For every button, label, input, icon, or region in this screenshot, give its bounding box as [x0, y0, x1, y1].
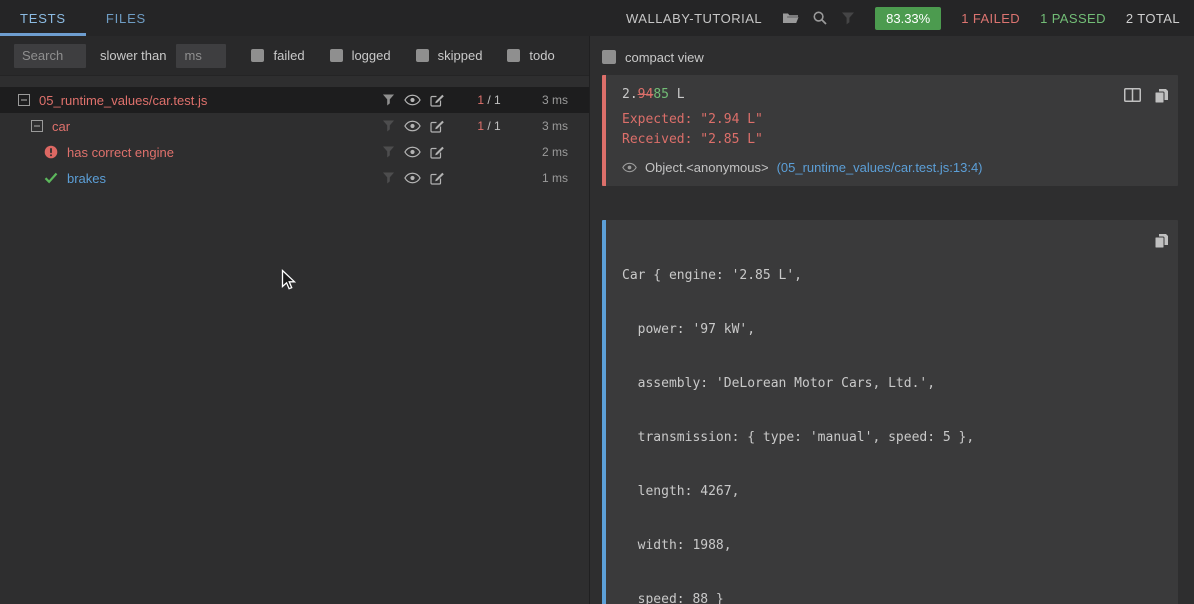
main-tabs: TESTS FILES: [0, 0, 166, 36]
check-icon: [44, 172, 58, 184]
open-folder-icon[interactable]: [782, 12, 799, 25]
tree-row-file[interactable]: 05_runtime_values/car.test.js: [0, 87, 589, 113]
console-log-card: Car { engine: '2.85 L', power: '97 kW', …: [602, 220, 1178, 604]
eye-icon[interactable]: [404, 172, 421, 184]
coverage-badge: 83.33%: [875, 7, 941, 30]
test-tree: 05_runtime_values/car.test.js: [0, 76, 589, 191]
checkbox-icon[interactable]: [330, 49, 343, 62]
filter-todo-label: todo: [529, 48, 554, 63]
collapse-icon[interactable]: [31, 120, 43, 132]
compact-view-label: compact view: [625, 50, 704, 65]
filter-bar: slower than failed logged skipped todo: [0, 36, 589, 76]
funnel-icon[interactable]: [382, 94, 395, 106]
log-output: Car { engine: '2.85 L', power: '97 kW', …: [622, 231, 1162, 604]
stack-location-link[interactable]: (05_runtime_values/car.test.js:13:4): [777, 160, 983, 175]
ms-input[interactable]: [176, 44, 226, 68]
filter-skipped-checkbox[interactable]: skipped: [416, 48, 483, 63]
expected-line: Expected: "2.94 L": [622, 110, 1162, 130]
edit-icon[interactable]: [430, 93, 444, 107]
slower-than-label: slower than: [100, 48, 166, 63]
test-file-name: 05_runtime_values/car.test.js: [39, 93, 207, 108]
checkbox-icon[interactable]: [507, 49, 520, 62]
eye-icon[interactable]: [622, 162, 637, 173]
funnel-icon[interactable]: [382, 172, 395, 184]
total-count: 2 TOTAL: [1126, 11, 1180, 26]
filter-failed-checkbox[interactable]: failed: [251, 48, 304, 63]
tree-row-test-passed[interactable]: brakes: [0, 165, 589, 191]
eye-icon[interactable]: [404, 146, 421, 158]
describe-name: car: [52, 119, 70, 134]
funnel-icon[interactable]: [382, 146, 395, 158]
failure-card: 2.9485 L Expected: "2.94 L" Received: "2…: [602, 75, 1178, 186]
test-time: 3 ms: [518, 119, 568, 133]
tree-row-test-failed[interactable]: has correct engine: [0, 139, 589, 165]
received-line: Received: "2.85 L": [622, 130, 1162, 150]
split-columns-icon[interactable]: [1124, 88, 1141, 104]
eye-icon[interactable]: [404, 94, 421, 106]
test-time: 3 ms: [518, 93, 568, 107]
project-name: WALLABY-TUTORIAL: [626, 11, 762, 26]
failed-count: 1 FAILED: [961, 11, 1020, 26]
diff-line: 2.9485 L: [622, 86, 1162, 104]
filter-failed-label: failed: [273, 48, 304, 63]
copy-icon[interactable]: [1154, 88, 1169, 104]
passed-count: 1 PASSED: [1040, 11, 1106, 26]
collapse-icon[interactable]: [18, 94, 30, 106]
test-count: 1 / 1: [460, 119, 518, 133]
filter-logged-label: logged: [352, 48, 391, 63]
test-detail-panel: compact view 2.9485 L: [590, 36, 1194, 604]
topbar-status: WALLABY-TUTORIAL 83.33% 1 FAILE: [626, 0, 1194, 36]
edit-icon[interactable]: [430, 145, 444, 159]
stack-frame: Object.<anonymous>: [645, 160, 769, 175]
test-name: brakes: [67, 171, 106, 186]
checkbox-icon[interactable]: [602, 50, 616, 64]
copy-icon[interactable]: [1154, 233, 1169, 249]
checkbox-icon[interactable]: [416, 49, 429, 62]
tree-row-describe[interactable]: car: [0, 113, 589, 139]
compact-view-toggle[interactable]: compact view: [602, 49, 1178, 65]
edit-icon[interactable]: [430, 119, 444, 133]
filter-logged-checkbox[interactable]: logged: [330, 48, 391, 63]
filter-skipped-label: skipped: [438, 48, 483, 63]
filter-todo-checkbox[interactable]: todo: [507, 48, 554, 63]
filter-funnel-icon[interactable]: [841, 12, 855, 25]
test-list-panel: slower than failed logged skipped todo: [0, 36, 590, 604]
eye-icon[interactable]: [404, 120, 421, 132]
error-icon: [44, 145, 58, 159]
tab-tests[interactable]: TESTS: [0, 0, 86, 36]
test-count: 1 / 1: [460, 93, 518, 107]
top-bar: TESTS FILES WALLABY-TUTORIAL: [0, 0, 1194, 36]
test-name: has correct engine: [67, 145, 174, 160]
tab-files[interactable]: FILES: [86, 0, 166, 36]
test-time: 2 ms: [518, 145, 568, 159]
checkbox-icon[interactable]: [251, 49, 264, 62]
search-input[interactable]: [14, 44, 86, 68]
edit-icon[interactable]: [430, 171, 444, 185]
search-icon[interactable]: [813, 11, 827, 25]
test-time: 1 ms: [518, 171, 568, 185]
funnel-icon[interactable]: [382, 120, 395, 132]
